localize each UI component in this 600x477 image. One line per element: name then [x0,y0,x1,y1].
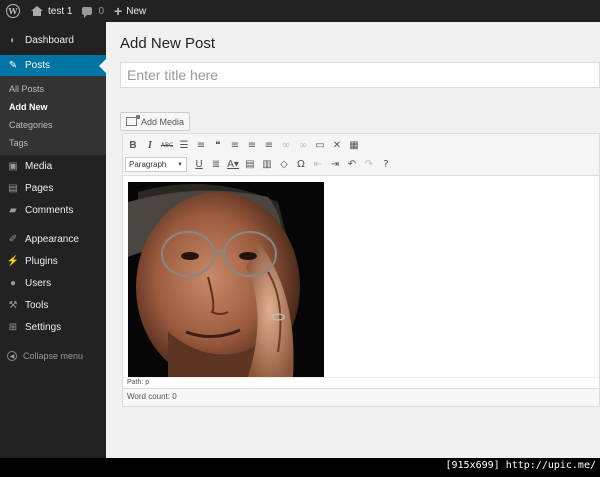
sidebar-item-plugins[interactable]: ⚡ Plugins [0,250,106,272]
align-right-button[interactable]: ≡ [261,138,277,154]
indent-button[interactable]: ⇥ [327,157,343,173]
sidebar-item-label: Media [25,160,53,172]
sidebar-item-dashboard[interactable]: ◐ Dashboard [0,29,106,51]
sidebar-item-label: Users [25,277,52,289]
text-color-button[interactable]: A▾ [225,157,241,173]
posts-submenu: All Posts Add New Categories Tags [0,76,106,155]
comment-bubble-icon [82,7,93,18]
redo-button[interactable]: ↷ [361,157,377,173]
sidebar-item-appearance[interactable]: ✐ Appearance [0,228,106,250]
add-media-label: Add Media [141,116,185,127]
sidebar-item-label: Pages [25,182,54,194]
submenu-categories[interactable]: Categories [0,116,106,134]
align-center-button[interactable]: ≡ [244,138,260,154]
add-media-button[interactable]: Add Media [120,112,191,131]
word-count: Word count: 0 [123,388,599,406]
bullet-list-button[interactable]: ☰ [176,138,192,154]
toolbar-toggle-button[interactable]: ▦ [346,138,362,154]
inserted-portrait-image[interactable] [128,182,324,377]
sidebar-item-label: Comments [25,204,74,216]
collapse-menu-label: Collapse menu [23,351,84,361]
format-select-value: Paragraph [129,160,167,169]
sidebar-item-media[interactable]: ▣ Media [0,155,106,177]
wrench-icon: ⚒ [8,299,18,311]
sidebar-item-label: Posts [25,60,51,71]
pin-icon: ✎ [8,60,18,71]
site-name-link[interactable]: test 1 [26,0,77,22]
wordpress-icon: W [6,4,20,18]
undo-button[interactable]: ↶ [344,157,360,173]
bold-button[interactable]: B [125,138,141,154]
strikethrough-button[interactable]: ABC [159,138,175,154]
editor-toolbar: B I ABC ☰ ≡ ❝ ≡ ≡ ≡ ∞ ∞ ▭ ✕ ▦ Paragraph … [123,134,599,176]
collapse-arrow-icon: ◀ [7,351,17,361]
admin-bar: W test 1 0 + New [0,0,600,22]
dashboard-icon: ◐ [9,34,17,46]
main-content: Add New Post Enter title here Add Media … [106,22,600,458]
format-select[interactable]: Paragraph ▼ [125,157,187,172]
align-left-button[interactable]: ≡ [227,138,243,154]
numbered-list-button[interactable]: ≡ [193,138,209,154]
special-character-button[interactable]: Ω [293,157,309,173]
pages-icon: ▤ [8,182,18,194]
insert-link-button[interactable]: ∞ [278,138,294,154]
site-name-label: test 1 [48,5,73,17]
media-icon [126,115,140,126]
comments-link[interactable]: 0 [77,0,109,22]
help-icon[interactable]: ? [378,157,394,173]
page-title: Add New Post [120,35,216,52]
plug-icon: ⚡ [6,255,20,267]
clear-formatting-button[interactable]: ◇ [276,157,292,173]
outdent-button[interactable]: ⇤ [310,157,326,173]
post-title-input[interactable]: Enter title here [120,62,600,88]
editor-path-bar: Path: p [123,377,599,388]
sidebar-item-pages[interactable]: ▤ Pages [0,177,106,199]
sidebar-item-comments[interactable]: ▰ Comments [0,199,106,221]
unlink-button[interactable]: ∞ [295,138,311,154]
comments-icon: ▰ [9,204,17,216]
sidebar-item-posts[interactable]: ✎ Posts [0,55,106,76]
chevron-down-icon: ▼ [177,161,183,168]
underline-button[interactable]: U [191,157,207,173]
image-watermark: [915x699] http://upic.me/ [445,460,596,471]
new-label: New [126,5,147,17]
sidebar-item-label: Plugins [25,255,58,267]
sidebar-item-label: Tools [25,299,49,311]
portrait-graphic [128,182,324,377]
collapse-menu-button[interactable]: ◀ Collapse menu [0,345,106,367]
new-content-link[interactable]: + New [109,0,151,22]
comments-count: 0 [98,5,105,17]
brush-icon: ✐ [8,233,18,245]
submenu-all-posts[interactable]: All Posts [0,80,106,98]
italic-button[interactable]: I [142,138,158,154]
editor-content-area[interactable] [123,176,599,377]
sidebar-item-label: Appearance [25,233,79,245]
paste-text-button[interactable]: ▤ [242,157,258,173]
post-editor: B I ABC ☰ ≡ ❝ ≡ ≡ ≡ ∞ ∞ ▭ ✕ ▦ Paragraph … [122,133,600,407]
sidebar-item-settings[interactable]: ⊞ Settings [0,316,106,338]
plus-icon: + [114,3,123,19]
sidebar-item-label: Dashboard [25,34,74,46]
submenu-add-new[interactable]: Add New [0,98,106,116]
sidebar-item-label: Settings [25,321,62,333]
settings-icon: ⊞ [8,321,18,333]
admin-sidebar: ◐ Dashboard ✎ Posts All Posts Add New Ca… [0,22,106,458]
sidebar-item-tools[interactable]: ⚒ Tools [0,294,106,316]
home-icon [31,6,43,16]
submenu-tags[interactable]: Tags [0,134,106,152]
wordpress-logo-button[interactable]: W [0,0,26,22]
paste-word-button[interactable]: ▥ [259,157,275,173]
sidebar-item-users[interactable]: ● Users [0,272,106,294]
blockquote-button[interactable]: ❝ [210,138,226,154]
fullscreen-button[interactable]: ✕ [329,138,345,154]
read-more-button[interactable]: ▭ [312,138,328,154]
justify-button[interactable]: ≣ [208,157,224,173]
user-icon: ● [9,277,17,289]
media-icon: ▣ [8,160,18,172]
